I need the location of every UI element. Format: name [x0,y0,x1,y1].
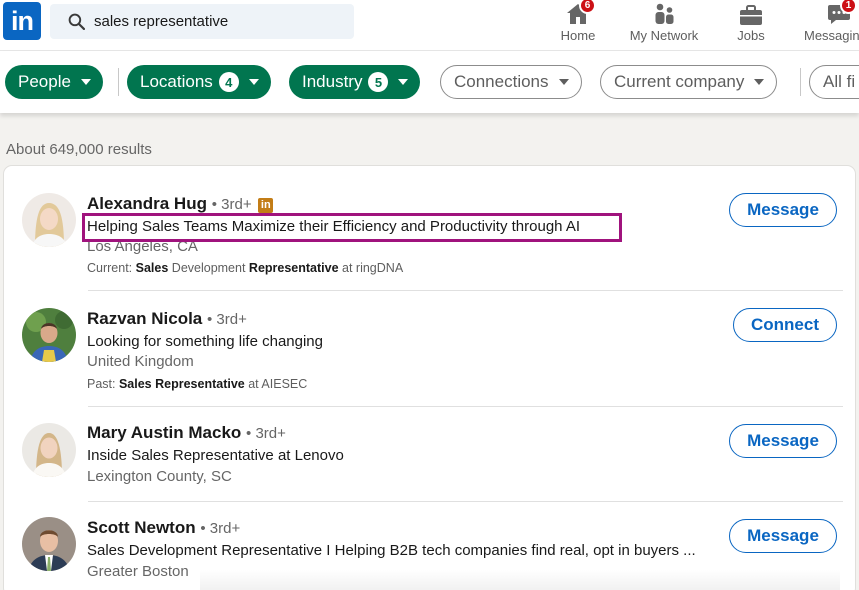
avatar[interactable] [22,308,76,362]
result-name[interactable]: Razvan Nicola • 3rd+ [87,309,247,329]
linkedin-premium-icon: in [258,198,274,213]
chevron-down-icon [80,79,91,85]
search-filter-bar: People Locations 4 Industry 5 Connections … [0,51,859,113]
result-summary: Past: Sales Representative at AIESEC [87,377,307,391]
result-name-text[interactable]: Scott Newton [87,518,196,537]
chevron-down-icon [248,79,259,85]
connect-button[interactable]: Connect [733,308,837,342]
filter-all-filters-label: All fi [823,72,856,91]
result-name[interactable]: Scott Newton • 3rd+ [87,518,240,538]
meta-prefix: Current: [87,261,136,275]
result-name[interactable]: Mary Austin Macko • 3rd+ [87,423,286,443]
connection-degree: • 3rd+ [200,520,241,537]
connection-degree: • 3rd+ [246,425,286,442]
chevron-down-icon [754,79,765,85]
nav-jobs-label: Jobs [737,28,765,43]
result-name-text[interactable]: Razvan Nicola [87,309,202,328]
results-count: About 649,000 results [6,141,152,158]
message-button[interactable]: Message [729,424,837,458]
result-summary: Current: Sales Development Representativ… [87,261,403,275]
filter-locations-count: 4 [218,72,239,92]
briefcase-icon [736,0,766,26]
filter-connections[interactable]: Connections [440,65,582,99]
result-headline: Sales Development Representative I Helpi… [87,542,696,559]
result-location: Los Angeles, CA [87,238,198,255]
filter-industry-label: Industry [302,72,363,91]
nav-home[interactable]: 6 Home [557,0,599,50]
result-headline: Looking for something life changing [87,333,323,350]
nav-my-network[interactable]: My Network [624,0,704,50]
filter-locations-label: Locations [140,72,213,91]
list-item: Razvan Nicola • 3rd+ Looking for somethi… [4,291,855,407]
meta-suffix: at ringDNA [338,261,404,275]
meta-suffix: at AIESEC [244,377,308,391]
chevron-down-icon [398,79,409,85]
messaging-icon: 1 [824,0,857,26]
connection-degree: • 3rd+ [207,311,247,328]
result-name[interactable]: Alexandra Hug • 3rd+ in [87,194,274,214]
linkedin-logo[interactable]: in [3,2,41,40]
list-item: Mary Austin Macko • 3rd+ Inside Sales Re… [4,407,855,501]
filter-divider [118,68,119,96]
network-icon [649,0,679,26]
filter-people-label: People [18,72,71,91]
filter-current-company-label: Current company [614,72,745,91]
message-button[interactable]: Message [729,193,837,227]
nav-home-label: Home [560,28,596,43]
bottom-fade [200,570,840,590]
meta-prefix: Past: [87,377,119,391]
search-icon [68,13,85,30]
meta-text: Development [168,261,249,275]
meta-keyword: Sales Representative [118,377,245,391]
search-input[interactable] [94,13,334,30]
nav-jobs[interactable]: Jobs [733,0,769,50]
search-results-list: Alexandra Hug • 3rd+ in Helping Sales Te… [4,166,855,590]
filter-people[interactable]: People [5,65,103,99]
filter-industry-count: 5 [368,72,389,92]
result-name-text[interactable]: Mary Austin Macko [87,423,241,442]
home-icon: 6 [563,0,596,26]
chevron-down-icon [558,79,569,85]
nav-network-label: My Network [629,28,699,43]
message-button[interactable]: Message [729,519,837,553]
filter-industry[interactable]: Industry 5 [289,65,421,99]
avatar[interactable] [22,517,76,571]
nav-messaging-label: Messaging [804,28,859,43]
meta-keyword: Representative [248,261,339,275]
result-headline: Helping Sales Teams Maximize their Effic… [87,218,581,235]
filter-all-filters[interactable]: All fi [809,65,859,99]
connection-degree: • 3rd+ [211,196,252,213]
messaging-badge: 1 [840,0,857,14]
avatar[interactable] [22,423,76,477]
filter-current-company[interactable]: Current company [600,65,778,99]
filter-locations[interactable]: Locations 4 [127,65,271,99]
filter-connections-label: Connections [454,72,549,91]
result-location: Lexington County, SC [87,468,232,485]
avatar[interactable] [22,193,76,247]
global-nav: in 6 Home My Network [0,0,859,51]
result-name-text[interactable]: Alexandra Hug [87,194,207,213]
result-location: Greater Boston [87,563,189,580]
search-box[interactable] [50,4,354,39]
filter-divider [800,68,801,96]
list-item: Alexandra Hug • 3rd+ in Helping Sales Te… [4,166,855,290]
home-badge: 6 [579,0,596,14]
result-headline: Inside Sales Representative at Lenovo [87,447,344,464]
nav-messaging[interactable]: 1 Messaging [804,0,859,50]
result-location: United Kingdom [87,353,194,370]
meta-keyword: Sales [135,261,169,275]
logo-text: in [11,5,34,36]
